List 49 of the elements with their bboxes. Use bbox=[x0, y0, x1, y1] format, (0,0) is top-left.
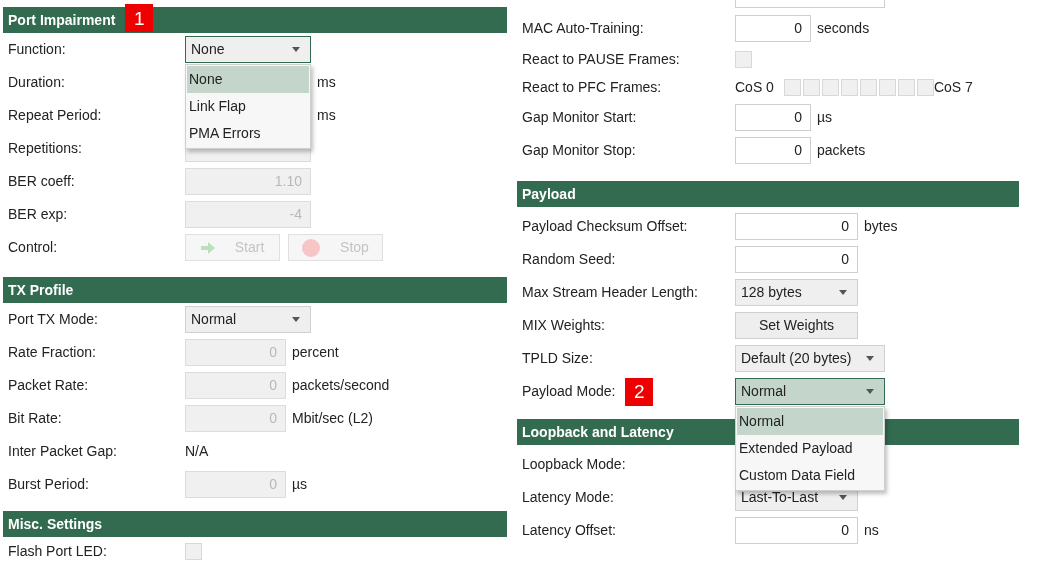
field-label: Repeat Period: bbox=[8, 106, 102, 125]
unit-label: ms bbox=[317, 73, 336, 92]
unit-label: packets/second bbox=[292, 376, 390, 395]
unit-label: Mbit/sec (L2) bbox=[292, 409, 373, 428]
number-badge: 2 bbox=[625, 377, 654, 406]
section-title: Misc. Settings bbox=[8, 514, 103, 534]
unit-label: percent bbox=[292, 343, 339, 362]
field-label: Function: bbox=[8, 40, 66, 59]
field-label: Control: bbox=[8, 238, 58, 257]
unit-label: packets bbox=[817, 141, 866, 160]
field-label: TPLD Size: bbox=[522, 349, 593, 368]
field-label: Latency Mode: bbox=[522, 488, 614, 507]
field-label: React to PAUSE Frames: bbox=[522, 49, 680, 69]
field-label: BER coeff: bbox=[8, 172, 75, 191]
field-label: Latency Offset: bbox=[522, 521, 616, 540]
field-label: Duration: bbox=[8, 73, 65, 92]
unit-label: seconds bbox=[817, 19, 870, 38]
section-title: Payload bbox=[522, 184, 576, 204]
field-label: Rate Fraction: bbox=[8, 343, 96, 362]
field-label: Max Stream Header Length: bbox=[522, 283, 698, 302]
field-label: Repetitions: bbox=[8, 139, 82, 158]
number-badge: 1 bbox=[125, 4, 154, 32]
field-label: MIX Weights: bbox=[522, 316, 605, 335]
section-title: Port Impairment bbox=[8, 10, 116, 30]
unit-label: µs bbox=[817, 108, 833, 127]
field-label: Port TX Mode: bbox=[8, 310, 98, 329]
unit-label: ms bbox=[317, 106, 336, 125]
field-label: MAC Auto-Training: bbox=[522, 19, 644, 38]
field-label: Inter Packet Gap: bbox=[8, 442, 117, 461]
value-text: N/A bbox=[185, 442, 209, 461]
section-title: TX Profile bbox=[8, 280, 74, 300]
field-label: Gap Monitor Start: bbox=[522, 108, 637, 127]
field-label: Payload Checksum Offset: bbox=[522, 217, 688, 236]
cos-label: CoS 0 bbox=[735, 77, 774, 97]
unit-label: bytes bbox=[864, 217, 898, 236]
field-label: Payload Mode: bbox=[522, 382, 616, 401]
field-label: React to PFC Frames: bbox=[522, 77, 662, 97]
unit-label: µs bbox=[292, 475, 308, 494]
field-label: Packet Rate: bbox=[8, 376, 89, 395]
field-label: BER exp: bbox=[8, 205, 68, 224]
field-label: Burst Period: bbox=[8, 475, 89, 494]
field-label: Random Seed: bbox=[522, 250, 616, 269]
field-label: Loopback Mode: bbox=[522, 455, 626, 474]
section-title: Loopback and Latency bbox=[522, 422, 674, 442]
field-label: Gap Monitor Stop: bbox=[522, 141, 636, 160]
field-label: Flash Port LED: bbox=[8, 541, 107, 561]
cos-label: CoS 7 bbox=[933, 77, 973, 97]
unit-label: ns bbox=[864, 521, 879, 540]
field-label: Bit Rate: bbox=[8, 409, 62, 428]
